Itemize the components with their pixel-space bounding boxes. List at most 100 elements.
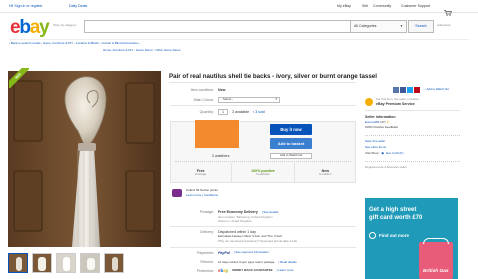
pinterest-icon[interactable]	[414, 87, 420, 93]
chevron-down-icon: ▾	[275, 97, 277, 101]
condition-value: New	[218, 88, 226, 92]
seller-feedback: 100% Positive Feedback	[365, 124, 399, 129]
logo-letter-a: a	[29, 17, 41, 38]
top-bar: Hi! Sign in or register Daily Deals My e…	[0, 0, 478, 16]
condition-label: Item condition:	[190, 88, 214, 92]
breadcrumb-item[interactable]: Home Décor	[136, 48, 153, 52]
breadcrumb-item[interactable]: Curtains & Blinds	[76, 41, 99, 45]
buy-now-button[interactable]: Buy it now	[270, 124, 312, 135]
visit-shop-label: Visit Shop:	[365, 150, 380, 155]
postage-details-link[interactable]: | See details	[262, 210, 278, 214]
protection-row: Protection: ebay MONEY BACK GUARANTEE | …	[196, 268, 294, 273]
seller-score: (37)	[380, 120, 386, 125]
thumbnail[interactable]	[104, 253, 124, 273]
back-to-results-link[interactable]: ‹ Back to search results	[9, 41, 40, 45]
payments-row: Payments: PayPal | See payment informati…	[197, 250, 269, 255]
visit-shop-row: Visit Shop: ▣ Exu Craft (K)	[365, 150, 460, 156]
specifics-divider	[170, 105, 356, 106]
ebay-mini-logo: ebay	[218, 268, 229, 273]
thumbnail-strip	[8, 253, 124, 273]
premium-badge-icon	[365, 98, 373, 106]
thumbnail[interactable]	[56, 253, 76, 273]
nectar-links[interactable]: Learn more | Conditions	[186, 193, 218, 198]
sold-link[interactable]: / 3 sold	[253, 110, 265, 114]
header-divider	[9, 39, 469, 40]
returns-row: Returns: 14 days refund, buyer pays retu…	[200, 260, 297, 264]
email-share-icon[interactable]	[393, 87, 399, 93]
seller-info-heading: Seller information	[365, 115, 396, 119]
breadcrumb-item[interactable]: Home, Furniture & DIY	[43, 41, 73, 45]
add-to-watchlist-button[interactable]: Add to Watch list	[270, 153, 312, 159]
breadcrumb-second: Home, Furniture & DIY › Home Décor › Oth…	[103, 48, 181, 52]
cart-icon[interactable]	[444, 3, 453, 16]
add-to-basket-button[interactable]: Add to basket	[270, 138, 312, 149]
add-to-watch-list-link[interactable]: ♡ Add to Watch list	[423, 87, 449, 92]
watchers-count: 2 watchers	[212, 154, 230, 158]
product-image[interactable]	[8, 71, 161, 247]
sell-link[interactable]: Sell	[362, 4, 368, 8]
shop-name-link[interactable]: Exu Craft (K)	[386, 151, 403, 156]
facebook-icon[interactable]	[400, 87, 406, 93]
seller-name-link[interactable]: Exuros456	[365, 120, 379, 124]
seller-sidebar: For this item, the seller provides: eBay…	[365, 97, 460, 170]
support-link[interactable]: Customer Support	[401, 4, 430, 8]
colour-label: Main Colour:	[193, 97, 214, 102]
advanced-search-link[interactable]: Advanced	[437, 23, 450, 28]
thumbnail[interactable]	[8, 253, 28, 273]
daily-deals-link[interactable]: Daily Deals	[69, 4, 87, 8]
returns-details-link[interactable]: | Read details	[278, 260, 296, 264]
twitter-icon[interactable]	[407, 87, 413, 93]
quantity-input[interactable]: 1	[218, 109, 228, 115]
postage-value: Free Economy Delivery	[218, 210, 258, 214]
shipping-divider	[170, 226, 356, 227]
quantity-label: Quantity:	[199, 109, 214, 114]
payment-info-link[interactable]: | See payment information	[234, 250, 269, 255]
condition-row: Item condition: New	[170, 88, 226, 92]
arrow-icon	[369, 232, 376, 239]
shop-by-category[interactable]: Shop by category	[53, 23, 77, 28]
search-button[interactable]: Search	[408, 20, 434, 33]
save-seller-link[interactable]: Save this seller	[365, 140, 460, 144]
colour-select[interactable]: - Select - ▾	[218, 97, 280, 103]
sidebar-divider	[365, 135, 460, 137]
colour-row: Main Colour: - Select - ▾	[170, 97, 280, 103]
premium-service: eBay Premium Service	[376, 101, 415, 106]
ebay-logo[interactable]: ebay	[10, 17, 50, 38]
postage-row: Postage: Free Economy Delivery | See det…	[199, 210, 279, 214]
title-divider	[169, 82, 356, 83]
delivery-note: Why not use Express Delivery? Expected a…	[218, 239, 299, 243]
chevron-down-icon: ▼	[400, 24, 403, 29]
search-input[interactable]	[84, 20, 351, 33]
star-icon: ★	[386, 120, 390, 125]
community-link[interactable]: Community	[373, 4, 391, 8]
nectar-icon	[172, 189, 182, 197]
business-seller: Registered as a business seller	[365, 165, 407, 170]
protection-value: MONEY BACK GUARANTEE	[232, 268, 273, 273]
category-select[interactable]: All Categories ▼	[351, 20, 407, 33]
thumbnail[interactable]	[80, 253, 100, 273]
greeting[interactable]: Hi! Sign in or register	[9, 4, 43, 8]
stat-condition: New Condition	[318, 169, 332, 177]
logo-letter-b: b	[19, 17, 31, 38]
bag-handle	[423, 238, 449, 244]
see-other-items-link[interactable]: See other items	[365, 145, 460, 150]
breadcrumb-item[interactable]: Curtain & Blind Accessories	[101, 41, 138, 45]
my-ebay-link[interactable]: My eBay	[337, 4, 351, 8]
logo-letter-e: e	[10, 17, 21, 38]
breadcrumb-item[interactable]: Home, Furniture & DIY	[103, 48, 133, 52]
ad-line-1: Get a high street	[369, 207, 417, 213]
protection-link[interactable]: | Learn more	[277, 268, 294, 273]
advert-banner[interactable]: Get a high street gift card worth £70 Fi…	[365, 198, 458, 279]
ad-cta[interactable]: Find out more	[379, 233, 409, 238]
new-badge: NEW	[9, 68, 29, 88]
sidebar-divider	[365, 161, 460, 163]
breadcrumb-item[interactable]: Other Home Décor	[155, 48, 180, 52]
returns-value: 14 days refund, buyer pays return postag…	[218, 260, 275, 264]
buybox-divider	[175, 161, 351, 162]
thumbnail[interactable]	[32, 253, 52, 273]
shop-icon: ▣	[381, 150, 385, 155]
delivery-divider	[170, 247, 356, 248]
paypal-logo: PayPal	[218, 251, 230, 255]
available-text: 3 available	[232, 109, 250, 114]
quantity-row: Quantity: 1 3 available / 3 sold	[170, 109, 265, 115]
